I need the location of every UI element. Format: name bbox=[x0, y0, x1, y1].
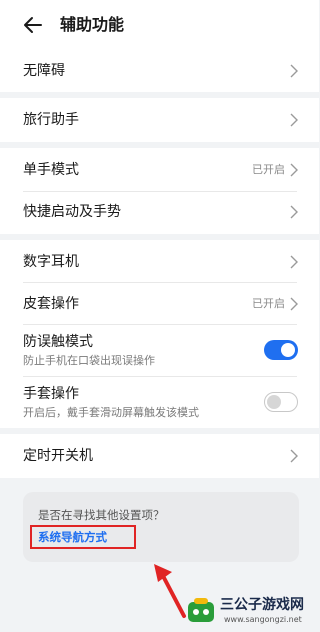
row-scheduled-power[interactable]: 定时开关机 bbox=[0, 434, 319, 478]
watermark-url: www.sangongzi.net bbox=[224, 615, 302, 624]
row-label: 手套操作 bbox=[23, 386, 79, 402]
chevron-right-icon bbox=[290, 449, 298, 463]
toggle-knob bbox=[267, 394, 281, 409]
site-logo-icon bbox=[188, 598, 214, 622]
row-label: 旅行助手 bbox=[23, 112, 79, 128]
row-label: 皮套操作 bbox=[23, 296, 79, 312]
highlight-box: 系统导航方式 bbox=[30, 525, 136, 549]
toggle-knob bbox=[281, 343, 295, 357]
chevron-right-icon bbox=[290, 163, 298, 177]
status-value: 已开启 bbox=[252, 297, 285, 310]
chevron-right-icon bbox=[290, 205, 298, 219]
system-navigation-link[interactable]: 系统导航方式 bbox=[38, 529, 107, 545]
status-value: 已开启 bbox=[252, 163, 285, 176]
chevron-right-icon bbox=[290, 255, 298, 269]
group-travel: 旅行助手 bbox=[0, 98, 319, 142]
back-arrow-icon[interactable] bbox=[22, 14, 44, 36]
watermark: 三公子游戏网 www.sangongzi.net bbox=[186, 594, 316, 630]
chevron-right-icon bbox=[290, 113, 298, 127]
row-digital-earphone[interactable]: 数字耳机 bbox=[0, 240, 319, 282]
chevron-right-icon bbox=[290, 64, 298, 78]
group-scheduled-power: 定时开关机 bbox=[0, 434, 319, 478]
row-label: 数字耳机 bbox=[23, 254, 79, 270]
group-peripherals: 数字耳机 皮套操作 已开启 防误触模式 防止手机在口袋出现误操作 手套操作 开启… bbox=[0, 240, 319, 428]
row-glove-mode: 手套操作 开启后，戴手套滑动屏幕触发该模式 bbox=[0, 376, 319, 428]
row-anti-mistouch: 防误触模式 防止手机在口袋出现误操作 bbox=[0, 324, 319, 376]
suggestion-card: 是否在寻找其他设置项？ 系统导航方式 bbox=[23, 492, 299, 562]
watermark-title: 三公子游戏网 bbox=[220, 597, 304, 613]
suggestion-question: 是否在寻找其他设置项？ bbox=[38, 508, 165, 522]
row-label: 单手模式 bbox=[23, 162, 79, 178]
row-shortcut-gestures[interactable]: 快捷启动及手势 bbox=[0, 191, 319, 234]
chevron-right-icon bbox=[290, 297, 298, 311]
row-travel-assistant[interactable]: 旅行助手 bbox=[0, 98, 319, 142]
glove-mode-toggle[interactable] bbox=[264, 392, 298, 412]
row-label: 定时开关机 bbox=[23, 448, 93, 464]
anti-mistouch-toggle[interactable] bbox=[264, 340, 298, 360]
row-cover-operation[interactable]: 皮套操作 已开启 bbox=[0, 282, 319, 324]
group-accessibility: 无障碍 bbox=[0, 50, 319, 92]
row-label: 快捷启动及手势 bbox=[23, 204, 121, 220]
page-title: 辅助功能 bbox=[60, 15, 125, 34]
row-accessibility[interactable]: 无障碍 bbox=[0, 50, 319, 92]
row-one-hand-mode[interactable]: 单手模式 已开启 bbox=[0, 148, 319, 191]
row-description: 防止手机在口袋出现误操作 bbox=[23, 354, 155, 367]
row-description: 开启后，戴手套滑动屏幕触发该模式 bbox=[23, 406, 199, 419]
annotation-arrow bbox=[154, 564, 186, 618]
row-label: 无障碍 bbox=[23, 63, 65, 79]
title-bar: 辅助功能 bbox=[0, 0, 319, 50]
group-gestures: 单手模式 已开启 快捷启动及手势 bbox=[0, 148, 319, 234]
row-label: 防误触模式 bbox=[23, 334, 93, 350]
